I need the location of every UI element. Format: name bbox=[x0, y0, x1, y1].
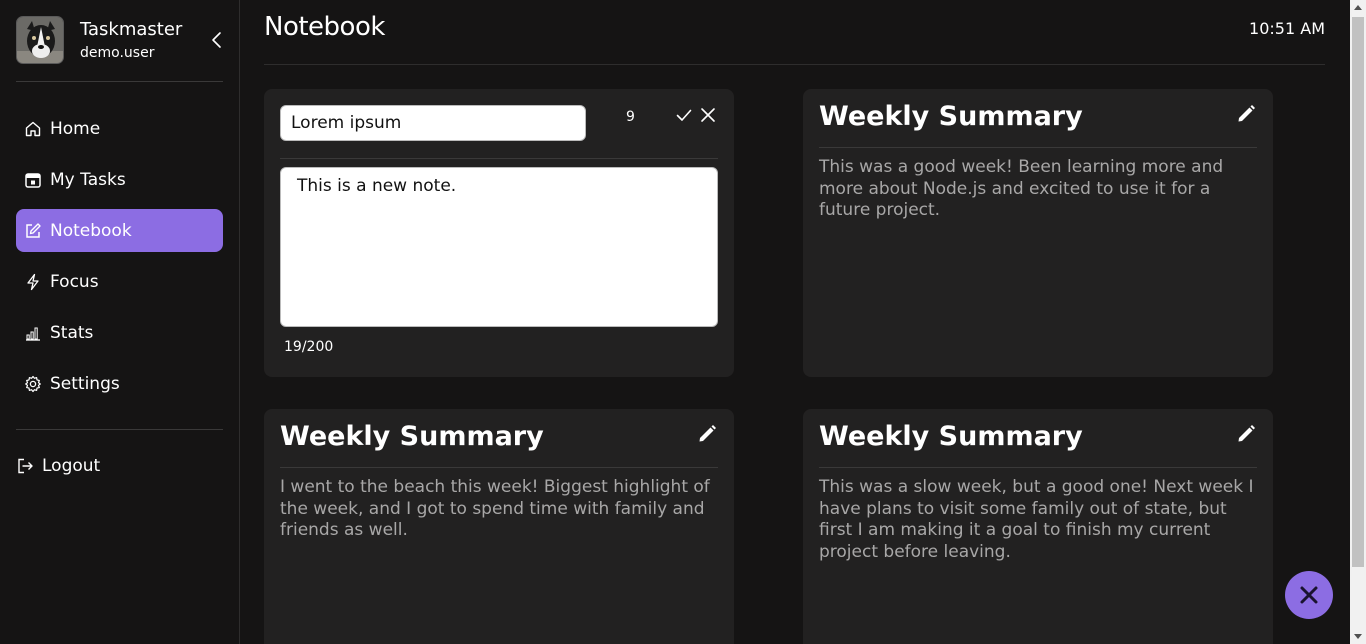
bar-chart-icon bbox=[24, 324, 42, 342]
note-body: This was a slow week, but a good one! Ne… bbox=[819, 477, 1254, 562]
clock: 10:51 AM bbox=[1249, 19, 1325, 38]
cancel-note-button[interactable] bbox=[699, 106, 717, 124]
title-remaining-count: 9 bbox=[626, 109, 635, 125]
note-title-input[interactable] bbox=[280, 105, 586, 141]
edit-note-button[interactable] bbox=[696, 423, 718, 445]
scroll-up-arrow-icon[interactable] bbox=[1354, 5, 1362, 10]
profile-header: Taskmaster demo.user bbox=[16, 16, 223, 82]
pencil-icon bbox=[1238, 425, 1255, 442]
close-editor-fab[interactable] bbox=[1285, 571, 1333, 619]
username: demo.user bbox=[80, 45, 155, 61]
note-divider bbox=[280, 467, 718, 468]
header-divider bbox=[264, 64, 1325, 65]
check-icon bbox=[676, 109, 692, 121]
note-body: I went to the beach this week! Biggest h… bbox=[280, 477, 710, 540]
note-card: Weekly Summary I went to the beach this … bbox=[264, 409, 734, 644]
logout-icon bbox=[16, 457, 34, 475]
pencil-icon bbox=[699, 425, 716, 442]
edit-note-button[interactable] bbox=[1235, 423, 1257, 445]
sidebar-item-my-tasks[interactable]: My Tasks bbox=[16, 158, 223, 201]
dog-avatar-icon bbox=[17, 17, 63, 63]
sidebar: Taskmaster demo.user Home My Tasks Noteb… bbox=[0, 0, 240, 644]
note-title: Weekly Summary bbox=[819, 421, 1083, 452]
avatar[interactable] bbox=[16, 16, 64, 64]
sidebar-divider bbox=[16, 429, 223, 430]
calendar-icon bbox=[24, 171, 42, 189]
sidebar-item-label: My Tasks bbox=[50, 169, 126, 190]
body-char-counter: 19/200 bbox=[284, 339, 334, 355]
note-card: Weekly Summary This was a slow week, but… bbox=[803, 409, 1273, 644]
app-name: Taskmaster bbox=[80, 19, 183, 40]
sidebar-item-label: Notebook bbox=[50, 220, 132, 241]
note-divider bbox=[819, 467, 1257, 468]
sidebar-nav: Home My Tasks Notebook Focus Stats Setti… bbox=[16, 107, 223, 413]
note-title: Weekly Summary bbox=[280, 421, 544, 452]
sidebar-item-settings[interactable]: Settings bbox=[16, 362, 223, 405]
edit-note-button[interactable] bbox=[1235, 103, 1257, 125]
sidebar-item-stats[interactable]: Stats bbox=[16, 311, 223, 354]
collapse-sidebar-button[interactable] bbox=[207, 30, 227, 50]
save-note-button[interactable] bbox=[675, 106, 693, 124]
home-icon bbox=[24, 120, 42, 138]
close-icon bbox=[701, 108, 715, 122]
sidebar-item-label: Home bbox=[50, 118, 101, 139]
sidebar-item-home[interactable]: Home bbox=[16, 107, 223, 150]
edit-icon bbox=[24, 222, 42, 240]
chevron-left-icon bbox=[212, 32, 221, 48]
sidebar-item-label: Focus bbox=[50, 271, 99, 292]
sidebar-item-notebook[interactable]: Notebook bbox=[16, 209, 223, 252]
editor-divider bbox=[280, 158, 718, 159]
sidebar-item-label: Stats bbox=[50, 322, 94, 343]
scroll-down-arrow-icon[interactable] bbox=[1354, 634, 1362, 639]
note-body: This was a good week! Been learning more… bbox=[819, 157, 1224, 220]
note-title: Weekly Summary bbox=[819, 101, 1083, 132]
logout-button[interactable]: Logout bbox=[16, 456, 100, 476]
gear-icon bbox=[24, 375, 42, 393]
note-editor-card: 9 This is a new note. 19/200 bbox=[264, 89, 734, 377]
logout-label: Logout bbox=[42, 456, 101, 476]
bolt-icon bbox=[24, 273, 42, 291]
note-divider bbox=[819, 147, 1257, 148]
note-card: Weekly Summary This was a good week! Bee… bbox=[803, 89, 1273, 377]
page-scrollbar[interactable] bbox=[1350, 0, 1366, 644]
scroll-thumb[interactable] bbox=[1352, 17, 1364, 567]
sidebar-item-focus[interactable]: Focus bbox=[16, 260, 223, 303]
page-title: Notebook bbox=[264, 12, 385, 42]
sidebar-item-label: Settings bbox=[50, 373, 120, 394]
note-body-input[interactable]: This is a new note. bbox=[280, 167, 718, 327]
close-icon bbox=[1300, 586, 1318, 604]
pencil-icon bbox=[1238, 105, 1255, 122]
